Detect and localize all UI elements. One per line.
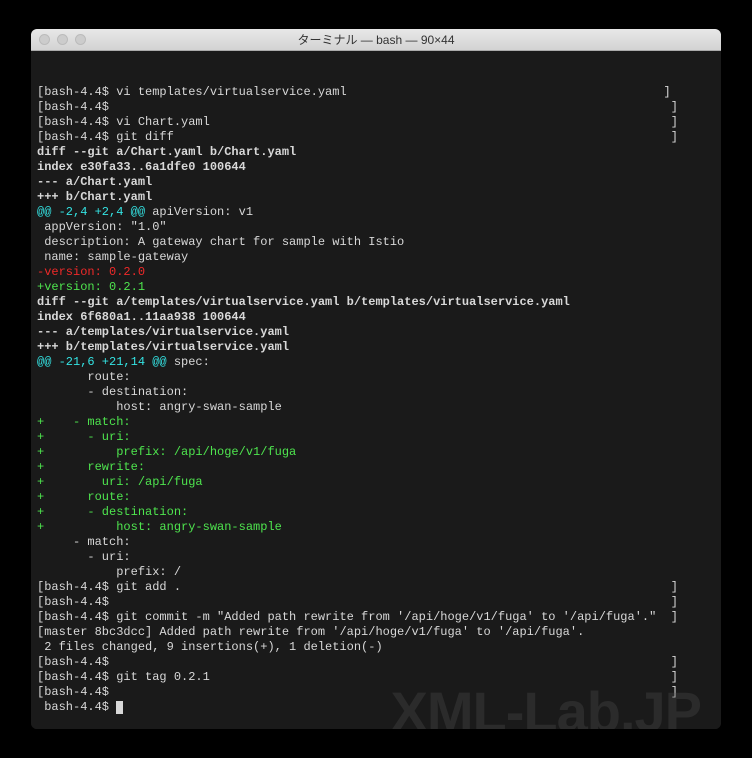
terminal-prompt: bash-4.4$ [37,700,116,714]
close-icon[interactable] [39,34,50,45]
terminal-line: + - match: [37,415,715,430]
terminal-line: +version: 0.2.1 [37,280,715,295]
terminal-line: [bash-4.4$ ] [37,100,715,115]
terminal-line: index e30fa33..6a1dfe0 100644 [37,160,715,175]
terminal-line: name: sample-gateway [37,250,715,265]
terminal-line: --- a/templates/virtualservice.yaml [37,325,715,340]
terminal-line: [bash-4.4$ git commit -m "Added path rew… [37,610,715,625]
terminal-line: index 6f680a1..11aa938 100644 [37,310,715,325]
terminal-line: diff --git a/templates/virtualservice.ya… [37,295,715,310]
terminal-line: + - uri: [37,430,715,445]
terminal-line: appVersion: "1.0" [37,220,715,235]
minimize-icon[interactable] [57,34,68,45]
terminal-line: [bash-4.4$ git diff ] [37,130,715,145]
terminal-line: @@ -2,4 +2,4 @@ apiVersion: v1 [37,205,715,220]
terminal-line: +++ b/templates/virtualservice.yaml [37,340,715,355]
terminal-line: - uri: [37,550,715,565]
terminal-line: [master 8bc3dcc] Added path rewrite from… [37,625,715,640]
terminal-line: route: [37,370,715,385]
terminal-line: [bash-4.4$ vi templates/virtualservice.y… [37,85,715,100]
terminal-line: prefix: / [37,565,715,580]
terminal-line: + - destination: [37,505,715,520]
terminal-line: [bash-4.4$ ] [37,595,715,610]
terminal-line: host: angry-swan-sample [37,400,715,415]
traffic-lights [39,34,86,45]
window-title: ターミナル — bash — 90×44 [31,31,721,48]
terminal-line: --- a/Chart.yaml [37,175,715,190]
terminal-line: +++ b/Chart.yaml [37,190,715,205]
terminal-line: [bash-4.4$ ] [37,655,715,670]
terminal-line: -version: 0.2.0 [37,265,715,280]
terminal-line: + rewrite: [37,460,715,475]
terminal-line: [bash-4.4$ ] [37,685,715,700]
terminal-line: diff --git a/Chart.yaml b/Chart.yaml [37,145,715,160]
terminal-line: 2 files changed, 9 insertions(+), 1 dele… [37,640,715,655]
terminal-line: [bash-4.4$ git tag 0.2.1 ] [37,670,715,685]
titlebar[interactable]: ターミナル — bash — 90×44 [31,29,721,51]
terminal-line: - destination: [37,385,715,400]
terminal-line: description: A gateway chart for sample … [37,235,715,250]
terminal-line: + prefix: /api/hoge/v1/fuga [37,445,715,460]
terminal-line: [bash-4.4$ vi Chart.yaml ] [37,115,715,130]
terminal-line: @@ -21,6 +21,14 @@ spec: [37,355,715,370]
maximize-icon[interactable] [75,34,86,45]
terminal-line: + host: angry-swan-sample [37,520,715,535]
cursor-icon [116,701,123,714]
terminal-line: + uri: /api/fuga [37,475,715,490]
terminal-line: + route: [37,490,715,505]
terminal-window: ターミナル — bash — 90×44 [bash-4.4$ vi templ… [31,29,721,729]
terminal-prompt-line[interactable]: bash-4.4$ [37,700,715,715]
terminal-line: [bash-4.4$ git add . ] [37,580,715,595]
terminal-content[interactable]: [bash-4.4$ vi templates/virtualservice.y… [31,51,721,729]
terminal-line: - match: [37,535,715,550]
